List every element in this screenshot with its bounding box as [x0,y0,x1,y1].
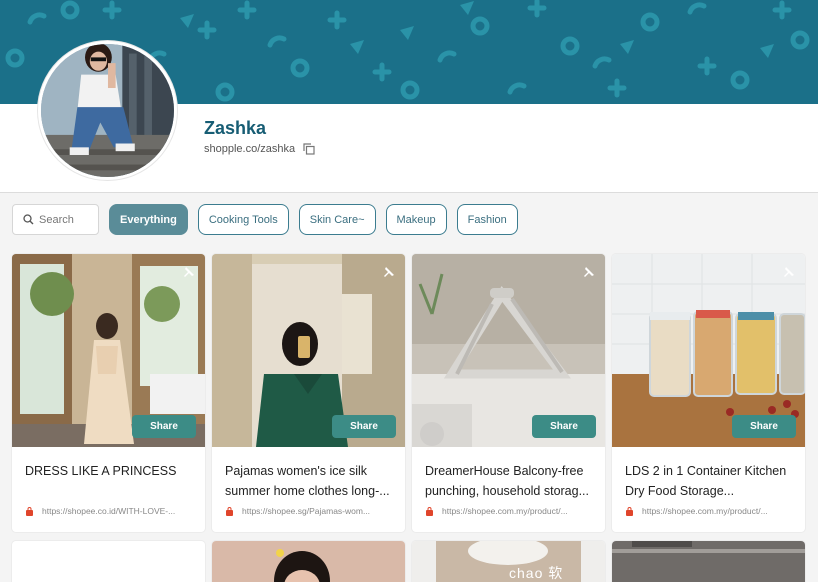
share-button[interactable]: Share [532,415,596,438]
product-title[interactable]: DreamerHouse Balcony-free punching, hous… [425,461,597,501]
avatar [38,41,177,180]
pin-icon[interactable] [781,266,795,280]
filter-makeup[interactable]: Makeup [385,204,447,235]
product-card[interactable]: Share Pajamas women's ice silk summer ho… [212,254,405,532]
product-image[interactable]: Share [12,254,205,447]
profile-url: shopple.co/zashka [204,143,296,155]
filter-cooking-tools[interactable]: Cooking Tools [197,204,289,235]
source-url: https://shopee.com.my/product/... [442,506,568,516]
filter-skin-care[interactable]: Skin Care~ [298,204,376,235]
share-button[interactable]: Share [132,415,196,438]
profile-name: Zashka [204,118,267,138]
product-card[interactable]: chao 软 [412,541,605,582]
filter-everything[interactable]: Everything [109,204,188,235]
product-card[interactable]: Share LDS 2 in 1 Container Kitchen Dry F… [612,254,805,532]
search-icon [23,214,34,225]
search-box [12,204,99,235]
pin-icon[interactable] [581,266,595,280]
source-url: https://shopee.com.my/product/... [642,506,768,516]
product-image[interactable] [212,541,405,582]
product-source[interactable]: https://shopee.com.my/product/... [425,506,568,516]
product-source[interactable]: https://shopee.sg/Pajamas-wom... [225,506,370,516]
source-url: https://shopee.sg/Pajamas-wom... [242,506,371,516]
product-image[interactable] [612,541,805,582]
search-input[interactable] [39,213,91,226]
pin-icon[interactable] [181,266,195,280]
product-source[interactable]: https://shopee.co.id/WITH-LOVE-... [25,506,175,516]
product-card[interactable]: Share DRESS LIKE A PRINCESS https://shop… [12,254,205,532]
filter-fashion[interactable]: Fashion [456,204,518,235]
product-card[interactable] [612,541,805,582]
shop-icon [26,506,33,516]
product-image[interactable]: Share [212,254,405,447]
product-card[interactable] [12,541,205,582]
share-button[interactable]: Share [332,415,396,438]
profile-handle: shopple.co/zashka [204,143,315,155]
product-title[interactable]: LDS 2 in 1 Container Kitchen Dry Food St… [625,461,797,501]
shop-icon [626,506,633,516]
product-title[interactable]: DRESS LIKE A PRINCESS [25,461,197,481]
product-source[interactable]: https://shopee.com.my/product/... [625,506,768,516]
copy-icon[interactable] [303,143,315,155]
product-image[interactable]: Share [612,254,805,447]
product-title[interactable]: Pajamas women's ice silk summer home clo… [225,461,397,501]
share-button[interactable]: Share [732,415,796,438]
image-caption: chao 软 [509,565,564,581]
pin-icon[interactable] [381,266,395,280]
product-image[interactable]: Share [412,254,605,447]
product-card[interactable] [212,541,405,582]
source-url: https://shopee.co.id/WITH-LOVE-... [42,506,176,516]
shop-icon [426,506,433,516]
product-card[interactable]: Share DreamerHouse Balcony-free punching… [412,254,605,532]
shop-icon [226,506,233,516]
filter-bar: Everything Cooking Tools Skin Care~ Make… [12,204,518,235]
